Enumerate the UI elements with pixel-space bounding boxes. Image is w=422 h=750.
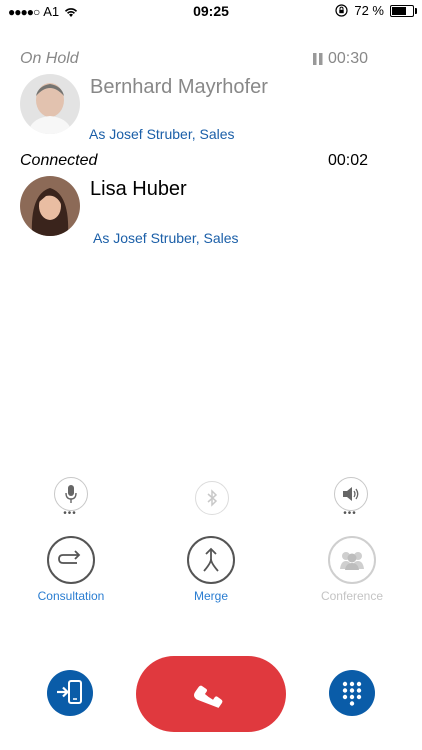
- speaker-button[interactable]: [334, 477, 368, 511]
- speaker-more-icon: •••: [343, 508, 357, 519]
- battery-icon: [390, 4, 417, 17]
- merge-control[interactable]: Merge: [161, 536, 261, 603]
- speaker-control[interactable]: •••: [334, 477, 368, 519]
- conference-label: Conference: [320, 589, 384, 603]
- status-bar: ●●●●○ A1 09:25 72 %: [0, 0, 422, 22]
- transfer-to-mobile-icon: [57, 680, 82, 704]
- avatar-bernhard[interactable]: [20, 74, 80, 134]
- microphone-icon: [65, 485, 77, 503]
- merge-icon: [203, 547, 219, 572]
- merge-label: Merge: [193, 589, 228, 603]
- as-line-bernhard[interactable]: As Josef Struber, Sales: [89, 126, 235, 142]
- conference-control[interactable]: Conference: [302, 536, 402, 603]
- bluetooth-icon: [207, 489, 218, 507]
- consultation-icon: [58, 550, 81, 564]
- hang-up-icon: [194, 685, 223, 708]
- transfer-to-mobile-button[interactable]: [47, 670, 93, 716]
- status-right: 72 %: [335, 3, 417, 18]
- call-state-on-hold: On Hold: [20, 50, 79, 67]
- dialpad-icon: [342, 681, 362, 706]
- connected-timer: 00:02: [327, 152, 368, 169]
- hold-timer: 00:30: [312, 50, 368, 68]
- consultation-button[interactable]: [47, 536, 95, 584]
- call-state-connected: Connected: [20, 152, 98, 169]
- avatar-lisa[interactable]: [20, 176, 80, 236]
- merge-button[interactable]: [187, 536, 235, 584]
- caller-name-lisa: Lisa Huber: [90, 178, 187, 200]
- mute-button[interactable]: [54, 477, 88, 511]
- mute-more-icon: •••: [63, 508, 77, 519]
- dialpad-button[interactable]: [329, 670, 375, 716]
- consultation-control[interactable]: Consultation: [21, 536, 121, 603]
- conference-icon: [340, 552, 364, 570]
- bluetooth-control[interactable]: [195, 481, 229, 515]
- caller-name-bernhard: Bernhard Mayrhofer: [90, 76, 268, 98]
- speaker-icon: [343, 487, 359, 501]
- end-call-button[interactable]: [136, 656, 286, 732]
- rotation-lock-icon: [335, 4, 348, 17]
- mute-control[interactable]: •••: [54, 477, 88, 519]
- as-line-lisa[interactable]: As Josef Struber, Sales: [93, 230, 239, 246]
- hold-timer-value: 00:30: [327, 50, 368, 67]
- battery-percent: 72 %: [354, 3, 384, 18]
- bluetooth-button[interactable]: [195, 481, 229, 515]
- pause-icon: [312, 53, 323, 65]
- conference-button[interactable]: [328, 536, 376, 584]
- consultation-label: Consultation: [37, 589, 105, 603]
